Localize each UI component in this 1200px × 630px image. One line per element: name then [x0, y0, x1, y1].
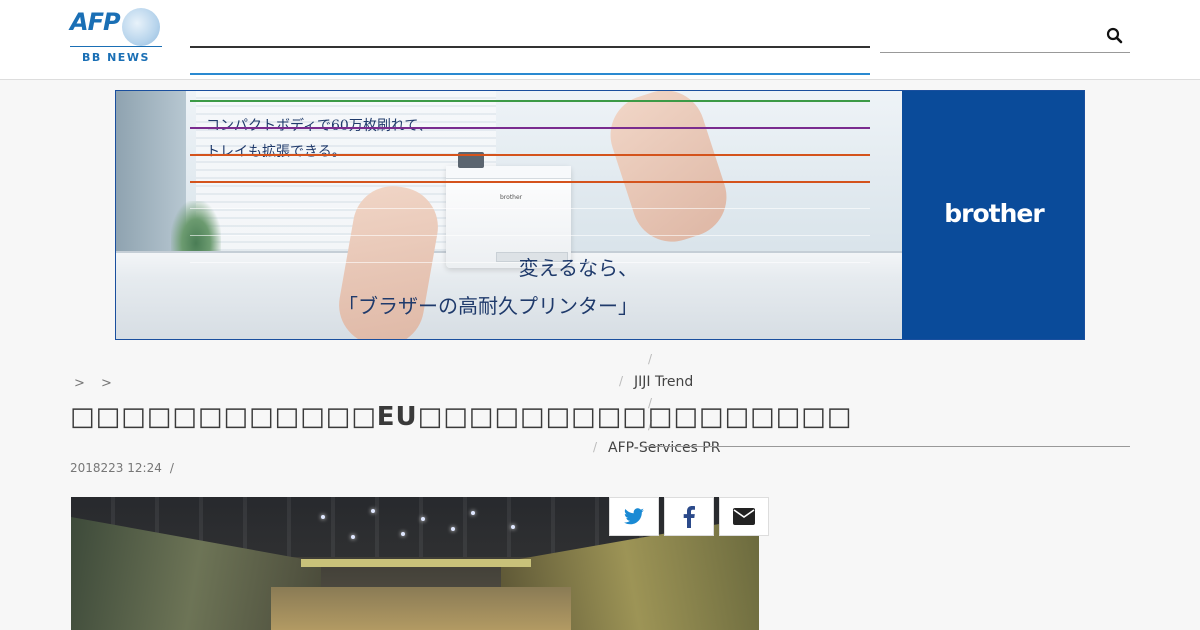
twitter-icon — [624, 507, 644, 524]
logo-divider — [70, 46, 162, 47]
share-facebook-button[interactable] — [664, 497, 714, 536]
meta-separator: / — [169, 461, 174, 475]
nav-rule-orange-1 — [190, 154, 870, 156]
article-date: 2018223 12:24 — [70, 461, 162, 475]
globe-icon — [122, 8, 160, 46]
breadcrumb[interactable]: > > — [74, 376, 118, 391]
photo-light — [351, 535, 355, 539]
ad-hand-right — [600, 91, 737, 253]
nav-rule-faint-3 — [190, 262, 870, 263]
logo-text: AFP — [70, 8, 121, 36]
menu-separator: / — [619, 374, 624, 388]
article-title: □□□□□□□□□□□□EU□□□□□□□□□□□□□□□□□ — [70, 402, 853, 432]
search-input[interactable] — [880, 52, 1130, 53]
photo-light — [511, 525, 515, 529]
photo-crane — [301, 559, 531, 567]
photo-light — [421, 517, 425, 521]
nav-rule-orange-2 — [190, 181, 870, 183]
share-email-button[interactable] — [719, 497, 769, 536]
menu-separator: / — [593, 440, 598, 454]
article-meta: 2018223 12:24 / — [70, 461, 174, 475]
nav-rule-purple — [190, 127, 870, 129]
photo-light — [401, 532, 405, 536]
nav-rule-secondary — [190, 73, 870, 75]
photo-light — [471, 511, 475, 515]
brother-logo: brother — [944, 199, 1044, 228]
ad-headline: 変えるなら、 「ブラザーの高耐久プリンター」 — [338, 256, 638, 318]
ad-brand-panel: brother — [902, 91, 1084, 339]
title-divider — [640, 446, 1130, 447]
afp-logo[interactable]: AFP BB NEWS — [70, 8, 162, 64]
printer-brand: brother — [500, 194, 523, 201]
menu-separator: / — [648, 352, 653, 366]
photo-light — [321, 515, 325, 519]
photo-light — [451, 527, 455, 531]
email-icon — [733, 508, 755, 525]
nav-rule-faint-2 — [190, 235, 870, 236]
photo-light — [371, 509, 375, 513]
menu-item-jiji-trend[interactable]: JIJI Trend — [634, 374, 693, 390]
search-icon[interactable] — [1105, 26, 1125, 46]
nav-rule-green — [190, 100, 870, 102]
share-twitter-button[interactable] — [609, 497, 659, 536]
logo-subtitle: BB NEWS — [82, 51, 150, 64]
nav-rule-faint-1 — [190, 208, 870, 209]
ad-copy: コンパクトボディで60万枚刷れて、 トレイも拡張できる。 — [206, 118, 432, 160]
menu-item-afp-services[interactable]: AFP-Services PR — [608, 440, 720, 456]
nav-rule-primary — [190, 46, 870, 48]
photo-floor — [271, 587, 571, 630]
site-header: AFP BB NEWS — [0, 0, 1200, 80]
facebook-icon — [683, 505, 695, 528]
